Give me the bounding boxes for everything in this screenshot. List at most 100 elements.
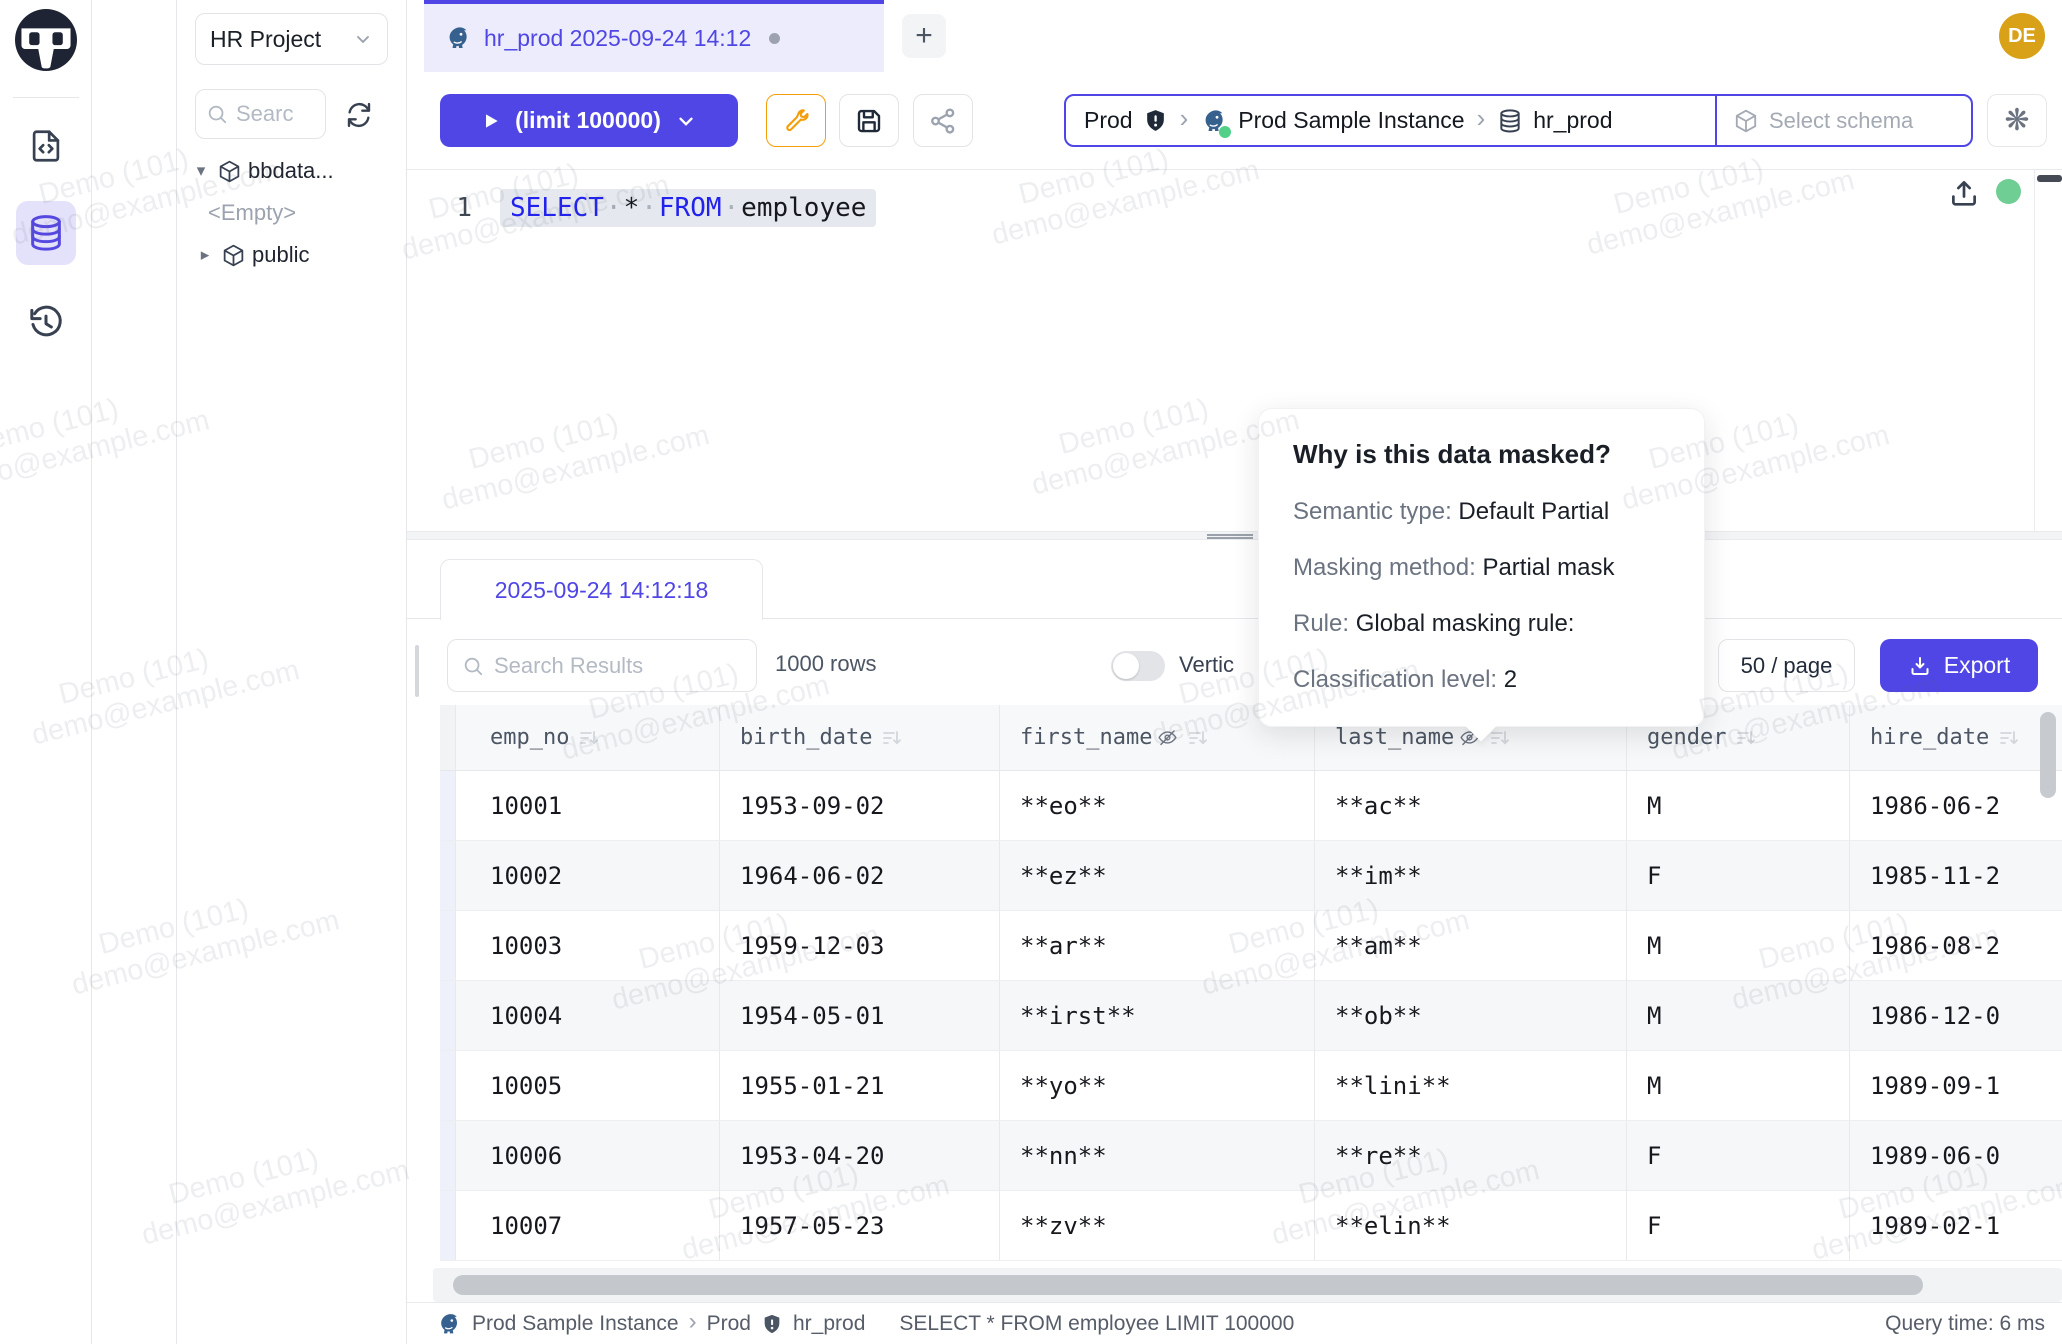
- table-cell[interactable]: 1953-04-20: [720, 1121, 1000, 1190]
- results-table-header: emp_nobirth_datefirst_namelast_namegende…: [440, 705, 2062, 771]
- row-count: 1000 rows: [775, 651, 877, 677]
- history-nav-icon[interactable]: [26, 302, 66, 342]
- run-query-button[interactable]: (limit 100000): [440, 94, 738, 147]
- table-cell[interactable]: **zv**: [1000, 1191, 1315, 1260]
- table-cell[interactable]: **eo**: [1000, 771, 1315, 840]
- table-cell[interactable]: M: [1627, 771, 1850, 840]
- instance-crumb[interactable]: Prod Sample Instance: [1238, 107, 1464, 134]
- database-nav-active[interactable]: [16, 201, 76, 265]
- table-cell[interactable]: 1986-06-2: [1850, 771, 2062, 840]
- table-cell[interactable]: **re**: [1315, 1121, 1627, 1190]
- horizontal-scrollbar-thumb[interactable]: [453, 1275, 1923, 1295]
- postgres-icon: [444, 24, 472, 52]
- select-schema-dropdown[interactable]: Select schema: [1715, 96, 1971, 145]
- vertical-display-toggle[interactable]: [1111, 651, 1165, 681]
- table-cell[interactable]: 10006: [456, 1121, 720, 1190]
- editor-gutter-line: [2034, 170, 2035, 531]
- table-cell[interactable]: 1989-09-1: [1850, 1051, 2062, 1120]
- table-cell[interactable]: F: [1627, 1121, 1850, 1190]
- openai-assistant-button[interactable]: ❋: [1987, 94, 2047, 147]
- worksheet-nav-icon[interactable]: [26, 126, 66, 166]
- sql-editor[interactable]: 1 SELECT·*·FROM·employee: [407, 169, 2062, 531]
- result-set-tab[interactable]: 2025-09-24 14:12:18: [440, 559, 763, 620]
- caret-right-icon[interactable]: ▸: [195, 245, 215, 265]
- table-cell[interactable]: M: [1627, 981, 1850, 1050]
- table-cell[interactable]: F: [1627, 841, 1850, 910]
- table-cell[interactable]: 10007: [456, 1191, 720, 1260]
- user-avatar[interactable]: DE: [1999, 13, 2045, 59]
- tree-item[interactable]: ▾bbdata...: [177, 150, 406, 192]
- table-cell[interactable]: 1985-11-2: [1850, 841, 2062, 910]
- table-cell[interactable]: **im**: [1315, 841, 1627, 910]
- tooltip-row: Rule: Global masking rule:: [1293, 608, 1670, 640]
- table-cell[interactable]: F: [1627, 1191, 1850, 1260]
- sidebar-search-input[interactable]: Searc: [195, 89, 326, 139]
- select-schema-placeholder: Select schema: [1769, 108, 1913, 134]
- table-row[interactable]: 100041954-05-01**irst****ob**M1986-12-0: [440, 981, 2062, 1051]
- bytebase-logo[interactable]: [15, 9, 77, 71]
- table-cell[interactable]: **irst**: [1000, 981, 1315, 1050]
- table-cell[interactable]: 1964-06-02: [720, 841, 1000, 910]
- table-cell[interactable]: M: [1627, 1051, 1850, 1120]
- table-row[interactable]: 100071957-05-23**zv****elin**F1989-02-1: [440, 1191, 2062, 1261]
- caret-down-icon[interactable]: ▾: [191, 161, 211, 181]
- format-sql-button[interactable]: [766, 94, 826, 147]
- results-search-input[interactable]: Search Results: [447, 639, 757, 692]
- tree-item-label: public: [252, 242, 309, 268]
- table-cell[interactable]: **am**: [1315, 911, 1627, 980]
- upload-sql-icon[interactable]: [1947, 176, 1981, 210]
- table-row[interactable]: 100051955-01-21**yo****lini**M1989-09-1: [440, 1051, 2062, 1121]
- column-header-birth_date[interactable]: birth_date: [720, 705, 1000, 770]
- table-cell[interactable]: 1986-08-2: [1850, 911, 2062, 980]
- save-sheet-button[interactable]: [839, 94, 899, 147]
- table-row[interactable]: 100061953-04-20**nn****re**F1989-06-0: [440, 1121, 2062, 1191]
- table-cell[interactable]: **ob**: [1315, 981, 1627, 1050]
- tree-item[interactable]: ▸ public: [177, 234, 406, 276]
- tree-item[interactable]: <Empty>: [177, 192, 406, 234]
- project-select[interactable]: HR Project: [195, 13, 388, 65]
- table-cell[interactable]: 10001: [456, 771, 720, 840]
- table-cell[interactable]: **yo**: [1000, 1051, 1315, 1120]
- table-cell[interactable]: 1989-06-0: [1850, 1121, 2062, 1190]
- cube-icon: [1733, 108, 1759, 134]
- table-cell[interactable]: **ez**: [1000, 841, 1315, 910]
- vertical-scrollbar-thumb[interactable]: [2040, 712, 2056, 798]
- editor-tab[interactable]: hr_prod 2025-09-24 14:12: [424, 0, 884, 72]
- row-gutter: [440, 771, 456, 840]
- environment-crumb[interactable]: Prod: [1084, 107, 1133, 134]
- table-cell[interactable]: **ar**: [1000, 911, 1315, 980]
- table-cell[interactable]: **ac**: [1315, 771, 1627, 840]
- table-cell[interactable]: 1957-05-23: [720, 1191, 1000, 1260]
- table-cell[interactable]: 1959-12-03: [720, 911, 1000, 980]
- table-cell[interactable]: 10004: [456, 981, 720, 1050]
- table-cell[interactable]: 1986-12-0: [1850, 981, 2062, 1050]
- database-crumb[interactable]: hr_prod: [1533, 107, 1612, 134]
- editor-scroll-indicator[interactable]: [2037, 175, 2062, 182]
- table-row[interactable]: 100031959-12-03**ar****am**M1986-08-2: [440, 911, 2062, 981]
- table-cell[interactable]: 1953-09-02: [720, 771, 1000, 840]
- panel-splitter[interactable]: [407, 531, 2062, 540]
- table-cell[interactable]: 10003: [456, 911, 720, 980]
- column-header-emp_no[interactable]: emp_no: [456, 705, 720, 770]
- table-row[interactable]: 100011953-09-02**eo****ac**M1986-06-2: [440, 771, 2062, 841]
- table-cell[interactable]: 10005: [456, 1051, 720, 1120]
- table-cell[interactable]: 1989-02-1: [1850, 1191, 2062, 1260]
- table-cell[interactable]: M: [1627, 911, 1850, 980]
- page-size-select[interactable]: 50 / page: [1718, 639, 1855, 692]
- table-cell[interactable]: 10002: [456, 841, 720, 910]
- tooltip-row: Semantic type: Default Partial: [1293, 496, 1670, 528]
- column-header-hire_date[interactable]: hire_date: [1850, 705, 2062, 770]
- chevron-down-icon: [353, 29, 373, 49]
- table-row[interactable]: 100021964-06-02**ez****im**F1985-11-2: [440, 841, 2062, 911]
- new-tab-button[interactable]: +: [902, 14, 946, 58]
- refresh-icon[interactable]: [343, 99, 375, 131]
- export-button[interactable]: Export: [1880, 639, 2038, 692]
- table-cell[interactable]: **elin**: [1315, 1191, 1627, 1260]
- share-sheet-button[interactable]: [913, 94, 973, 147]
- table-cell[interactable]: 1954-05-01: [720, 981, 1000, 1050]
- table-cell[interactable]: **nn**: [1000, 1121, 1315, 1190]
- panel-drag-bar[interactable]: [415, 645, 419, 697]
- table-cell[interactable]: 1955-01-21: [720, 1051, 1000, 1120]
- table-cell[interactable]: **lini**: [1315, 1051, 1627, 1120]
- splitter-handle[interactable]: [1207, 533, 1253, 540]
